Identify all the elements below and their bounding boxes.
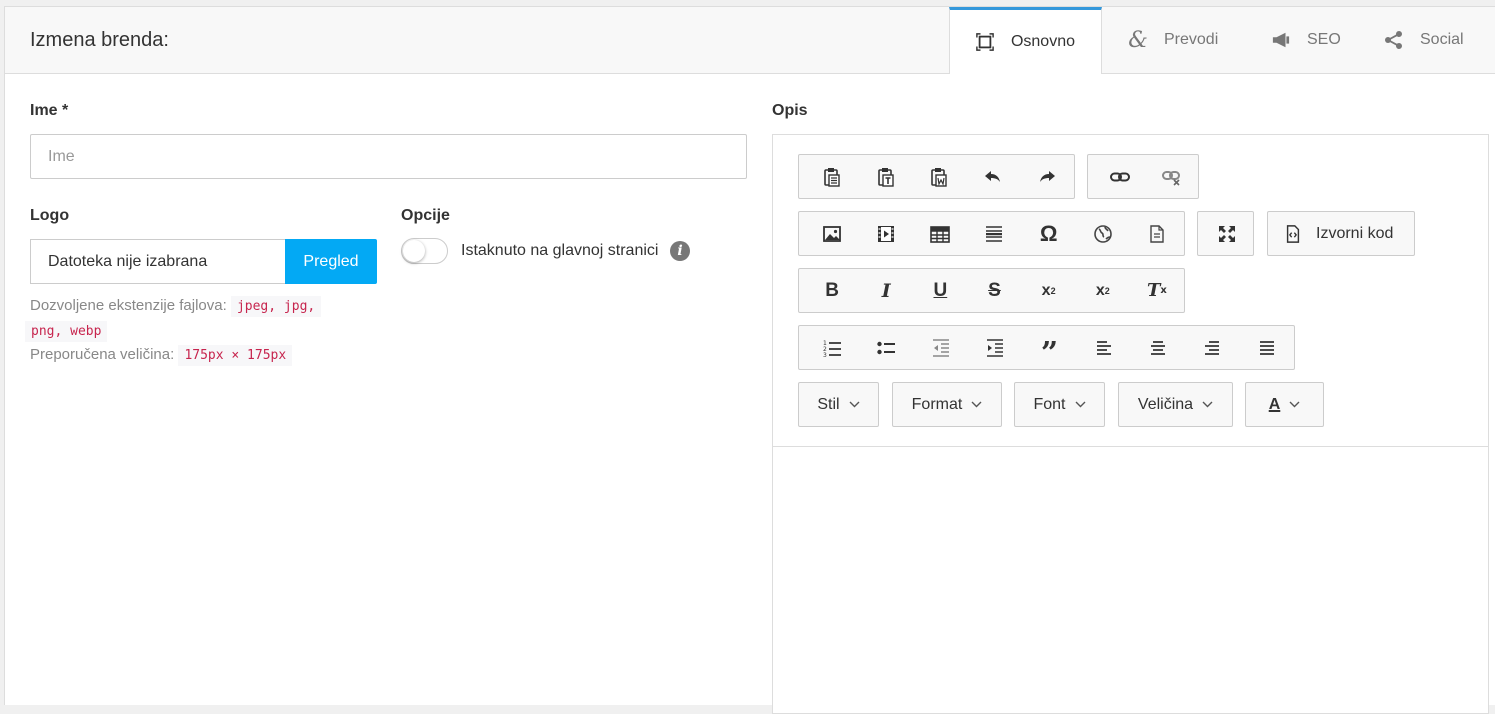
align-right-icon[interactable] — [1185, 326, 1239, 369]
remove-format-icon[interactable]: Tx — [1130, 269, 1184, 312]
indent-icon[interactable] — [968, 326, 1022, 369]
chevron-down-icon — [849, 401, 860, 408]
paste-word-icon[interactable] — [913, 155, 967, 198]
tab-prevodi[interactable]: & Prevodi — [1102, 7, 1245, 73]
panel-header: Izmena brenda: Osnovno & Prevodi SEO Soc… — [5, 7, 1495, 74]
redo-icon[interactable] — [1020, 155, 1074, 198]
clipboard-group — [798, 154, 1075, 199]
chevron-down-icon — [971, 401, 982, 408]
frame-icon — [976, 32, 995, 52]
style-dropdown[interactable]: Stil — [798, 382, 879, 427]
paste-icon[interactable] — [805, 155, 859, 198]
svg-text:3: 3 — [823, 352, 827, 358]
numbered-list-icon[interactable]: 123 — [805, 326, 859, 369]
tab-bar: Osnovno & Prevodi SEO Social — [949, 7, 1495, 74]
bold-icon[interactable]: B — [805, 269, 859, 312]
superscript-icon[interactable]: x2 — [1076, 269, 1130, 312]
tab-label: Prevodi — [1164, 31, 1219, 48]
logo-label: Logo — [30, 207, 70, 224]
style-dropdown-label: Stil — [817, 395, 840, 413]
align-justify-icon[interactable] — [1240, 326, 1294, 369]
tab-label: Osnovno — [1010, 33, 1075, 50]
undo-icon[interactable] — [966, 155, 1020, 198]
italic-icon[interactable]: I — [859, 269, 913, 312]
strikethrough-icon[interactable]: S — [967, 269, 1021, 312]
share-icon — [1384, 30, 1404, 50]
format-dropdown[interactable]: Format — [892, 382, 1002, 427]
underline-icon[interactable]: U — [913, 269, 967, 312]
megaphone-icon — [1271, 30, 1291, 50]
bullet-list-icon[interactable] — [859, 326, 913, 369]
tab-seo[interactable]: SEO — [1245, 7, 1358, 73]
editor-content-area[interactable] — [773, 447, 1488, 713]
allowed-ext-values-2: png, webp — [25, 321, 108, 342]
file-status-text: Datoteka nije izabrana — [48, 252, 208, 270]
insert-group: Ω — [798, 211, 1185, 256]
allowed-ext-label: Dozvoljene ekstenzije fajlova: — [30, 297, 227, 314]
chevron-down-icon — [1202, 401, 1213, 408]
paragraph-group: 123 ” — [798, 325, 1295, 370]
source-code-button[interactable]: Izvorni kod — [1267, 211, 1415, 256]
text-color-dropdown[interactable]: A — [1245, 382, 1324, 427]
tab-label: SEO — [1307, 31, 1341, 48]
allowed-extensions: Dozvoljene ekstenzije fajlova: jpeg, jpg… — [30, 296, 322, 317]
document-icon[interactable] — [1130, 212, 1184, 255]
format-group: B I U S x2 x2 Tx — [798, 268, 1185, 313]
font-dropdown-label: Font — [1033, 395, 1066, 413]
source-code-label: Izvorni kod — [1316, 224, 1394, 242]
tab-osnovno[interactable]: Osnovno — [949, 7, 1102, 74]
featured-toggle[interactable] — [401, 238, 448, 264]
toggle-knob — [403, 240, 425, 262]
subscript-icon[interactable]: x2 — [1022, 269, 1076, 312]
recommended-size: Preporučena veličina: 175px × 175px — [30, 345, 293, 366]
recommended-size-label: Preporučena veličina: — [30, 346, 175, 363]
editor-toolbar: Ω Izvorni kod B I U S x2 x2 Tx 1 2 3 ” S… — [773, 135, 1488, 447]
font-dropdown[interactable]: Font — [1014, 382, 1105, 427]
table-icon[interactable] — [913, 212, 967, 255]
file-status[interactable]: Datoteka nije izabrana — [30, 239, 285, 284]
align-center-icon[interactable] — [1131, 326, 1185, 369]
tab-label: Social — [1420, 31, 1464, 48]
featured-label: Istaknuto na glavnoj stranici — [461, 242, 659, 259]
options-label: Opcije — [401, 207, 450, 224]
ime-input[interactable] — [30, 134, 747, 179]
recommended-size-value: 175px × 175px — [178, 345, 293, 366]
allowed-ext-values: jpeg, jpg, — [230, 296, 322, 317]
ampersand-icon: & — [1128, 27, 1148, 53]
browse-button[interactable]: Pregled — [285, 239, 377, 284]
chevron-down-icon — [1289, 401, 1300, 408]
rich-text-editor: Ω Izvorni kod B I U S x2 x2 Tx 1 2 3 ” S… — [772, 134, 1489, 714]
fullscreen-icon[interactable] — [1204, 212, 1249, 255]
description-label: Opis — [772, 102, 808, 119]
special-char-icon[interactable]: Ω — [1022, 212, 1076, 255]
outdent-icon[interactable] — [914, 326, 968, 369]
fullscreen-group — [1197, 211, 1254, 256]
blockquote-icon[interactable]: ” — [1022, 320, 1076, 375]
link-group — [1087, 154, 1199, 199]
text-color-icon: A — [1268, 395, 1281, 413]
size-dropdown-label: Veličina — [1137, 395, 1194, 413]
paste-text-icon[interactable] — [859, 155, 913, 198]
video-icon[interactable] — [859, 212, 913, 255]
format-dropdown-label: Format — [911, 395, 963, 413]
edit-brand-panel: Izmena brenda: Osnovno & Prevodi SEO Soc… — [4, 6, 1495, 714]
tab-social[interactable]: Social — [1358, 7, 1495, 73]
globe-icon[interactable] — [1076, 212, 1130, 255]
allowed-extensions-cont: png, webp — [25, 321, 108, 342]
chevron-down-icon — [1075, 401, 1086, 408]
info-icon[interactable]: i — [670, 241, 690, 261]
source-code-icon — [1284, 224, 1302, 243]
page-title: Izmena brenda: — [30, 29, 169, 51]
align-left-icon[interactable] — [1077, 326, 1131, 369]
horizontal-line-icon[interactable] — [967, 212, 1021, 255]
unlink-icon[interactable] — [1146, 155, 1198, 198]
link-icon[interactable] — [1094, 155, 1146, 198]
ime-label: Ime * — [30, 102, 69, 119]
size-dropdown[interactable]: Veličina — [1118, 382, 1233, 427]
image-icon[interactable] — [805, 212, 859, 255]
